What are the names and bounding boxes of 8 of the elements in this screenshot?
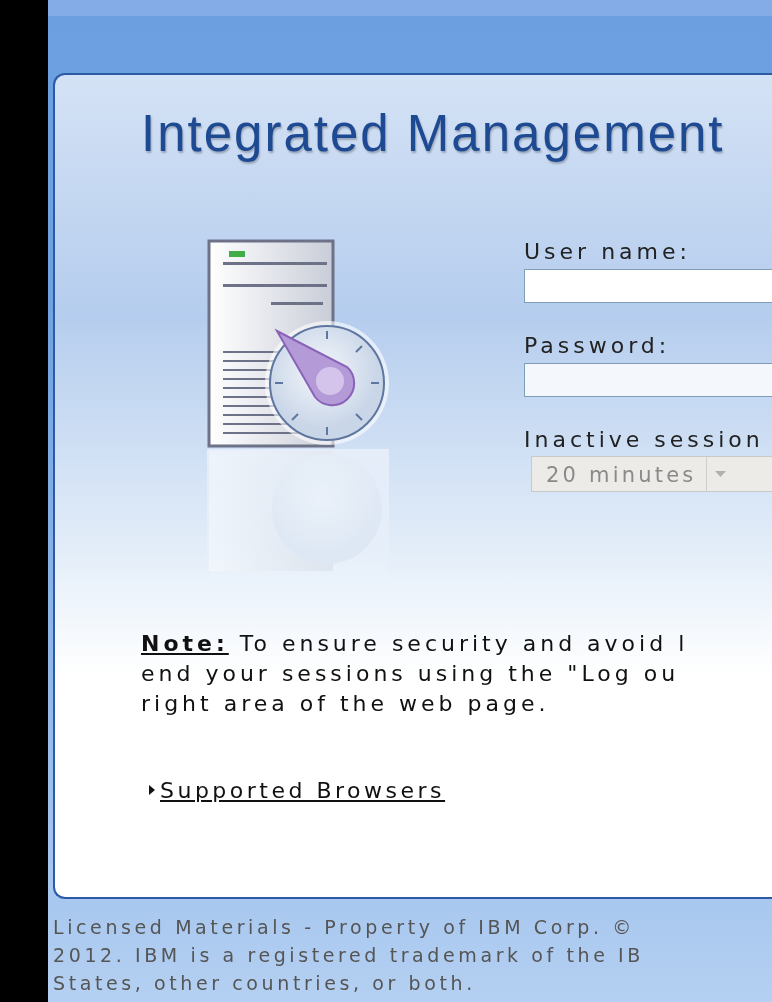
page-title: Integrated Management (141, 104, 726, 164)
copyright-notice: Licensed Materials - Property of IBM Corp. © 2012. IBM is a registered trademark of the IB States, other countries, or both. (53, 915, 645, 996)
caret-icon (715, 470, 727, 477)
supported-browsers-link[interactable]: Supported Browsers (160, 773, 446, 807)
session-timeout-label: Inactive session (524, 426, 765, 453)
user-name-label: User name: (524, 238, 692, 265)
password-label: Password: (524, 332, 672, 359)
security-note: Note: To ensure security and avoid l end your sessions using the "Log ou right area of the web page. (141, 629, 690, 718)
